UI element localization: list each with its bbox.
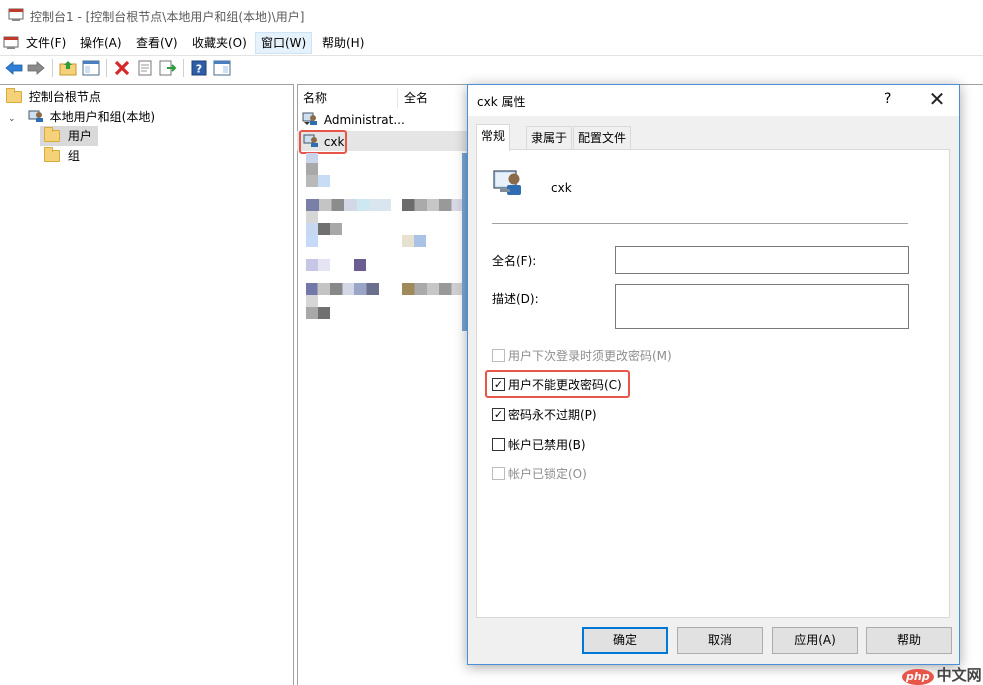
menu-window[interactable]: 窗口(W) — [255, 32, 313, 54]
tree-item-root[interactable]: 控制台根节点 — [6, 87, 101, 107]
close-icon[interactable]: ✕ — [926, 88, 948, 110]
obscured-row — [306, 295, 318, 307]
help-icon[interactable]: ? — [189, 58, 209, 78]
obscured-row — [306, 223, 342, 235]
username-display: cxk — [551, 181, 572, 195]
menu-help[interactable]: 帮助(H) — [317, 32, 369, 54]
delete-icon[interactable] — [112, 58, 132, 78]
dialog-title: cxk 属性 — [477, 95, 526, 109]
svg-text:?: ? — [196, 63, 202, 76]
must-change-password-checkbox[interactable] — [492, 349, 505, 362]
cannot-change-password-checkbox[interactable]: ✓ — [492, 378, 505, 391]
window-title: 控制台1 - [控制台根节点\本地用户和组(本地)\用户] — [30, 10, 305, 24]
toolbar-separator — [106, 59, 107, 77]
list-row-name: cxk — [323, 135, 345, 149]
obscured-row — [306, 153, 318, 163]
column-header-name[interactable]: 名称 — [303, 88, 327, 108]
description-field[interactable] — [615, 284, 909, 329]
tab-profile[interactable]: 配置文件 — [573, 126, 632, 150]
mmc-console-icon — [8, 8, 24, 21]
obscured-row — [402, 199, 464, 211]
column-header-fullname[interactable]: 全名 — [404, 88, 428, 108]
obscured-row — [306, 163, 318, 175]
tab-panel-general: cxk 全名(F): 描述(D): 用户下次登录时须更改密码(M) ✓ 用户不能… — [476, 149, 950, 618]
list-row-administrator[interactable]: Administrat... — [302, 111, 405, 129]
divider — [492, 223, 908, 224]
watermark: php 中文网 — [902, 664, 982, 685]
account-locked-label: 帐户已锁定(O) — [508, 467, 587, 481]
folder-icon — [44, 127, 60, 142]
tab-member-of[interactable]: 隶属于 — [526, 126, 573, 150]
obscured-row — [306, 259, 318, 271]
password-never-expires-checkbox[interactable]: ✓ — [492, 408, 505, 421]
tree-item-users[interactable]: 用户 — [40, 126, 98, 146]
tree-item-local-users-groups[interactable]: ⌄ 本地用户和组(本地) — [8, 107, 155, 127]
tree-item-label: 控制台根节点 — [28, 90, 101, 104]
tree-item-label: 本地用户和组(本地) — [49, 110, 156, 124]
check-mark-icon: ✓ — [493, 408, 504, 421]
obscured-row — [306, 235, 318, 247]
up-folder-icon[interactable] — [58, 58, 78, 78]
back-arrow-icon[interactable] — [4, 58, 24, 78]
export-list-icon[interactable] — [158, 58, 178, 78]
account-disabled-label: 帐户已禁用(B) — [508, 438, 586, 452]
cannot-change-password-label: 用户不能更改密码(C) — [508, 378, 622, 392]
description-label: 描述(D): — [492, 292, 539, 306]
apply-button[interactable]: 应用(A) — [772, 627, 858, 654]
obscured-row — [306, 307, 330, 319]
user-account-icon — [493, 170, 521, 195]
obscured-row — [306, 175, 318, 187]
menu-action[interactable]: 操作(A) — [75, 32, 127, 54]
watermark-text: 中文网 — [936, 666, 982, 684]
tab-general[interactable]: 常规 — [476, 124, 511, 151]
fullname-field[interactable] — [615, 246, 909, 274]
users-groups-icon — [28, 110, 43, 122]
user-account-icon — [303, 134, 318, 147]
properties-icon[interactable] — [135, 58, 155, 78]
must-change-password-label: 用户下次登录时须更改密码(M) — [508, 349, 672, 363]
obscured-row — [318, 175, 330, 187]
list-row-name: Administrat... — [323, 113, 405, 127]
account-locked-checkbox[interactable] — [492, 467, 505, 480]
forward-arrow-icon[interactable] — [26, 58, 46, 78]
console-tree-pane: 控制台根节点 ⌄ 本地用户和组(本地) 用户 组 — [0, 84, 294, 685]
show-hide-action-pane-icon[interactable] — [212, 58, 232, 78]
properties-dialog: cxk 属性 ? ✕ 常规 隶属于 配置文件 cxk 全名(F): 描述(D):… — [467, 84, 960, 665]
console-menu-icon[interactable] — [3, 35, 19, 50]
help-button[interactable]: 帮助 — [866, 627, 952, 654]
tree-item-label: 组 — [67, 149, 80, 163]
tree-item-label: 用户 — [67, 129, 92, 143]
obscured-row — [354, 259, 366, 271]
obscured-row — [318, 259, 330, 271]
column-divider[interactable] — [397, 88, 398, 108]
password-never-expires-label: 密码永不过期(P) — [508, 408, 597, 422]
tree-item-groups[interactable]: 组 — [40, 146, 80, 166]
watermark-badge: php — [902, 669, 934, 685]
folder-icon — [6, 88, 22, 103]
list-row-cxk[interactable]: cxk — [303, 133, 344, 151]
menu-view[interactable]: 查看(V) — [131, 32, 183, 54]
toolbar-separator — [183, 59, 184, 77]
menu-file[interactable]: 文件(F) — [21, 32, 71, 54]
show-hide-tree-icon[interactable] — [81, 58, 101, 78]
obscured-row — [306, 211, 318, 223]
obscured-row — [402, 283, 464, 295]
help-icon[interactable]: ? — [884, 91, 891, 107]
user-account-icon — [302, 112, 317, 125]
check-mark-icon: ✓ — [493, 378, 504, 391]
obscured-row — [306, 283, 379, 295]
obscured-row — [306, 199, 391, 211]
toolbar-separator — [52, 59, 53, 77]
obscured-row — [402, 235, 426, 247]
chevron-down-icon[interactable]: ⌄ — [8, 109, 18, 129]
ok-button[interactable]: 确定 — [582, 627, 668, 654]
fullname-label: 全名(F): — [492, 254, 537, 268]
cancel-button[interactable]: 取消 — [677, 627, 763, 654]
menu-favorites[interactable]: 收藏夹(O) — [187, 32, 252, 54]
account-disabled-checkbox[interactable] — [492, 438, 505, 451]
folder-icon — [44, 147, 60, 162]
